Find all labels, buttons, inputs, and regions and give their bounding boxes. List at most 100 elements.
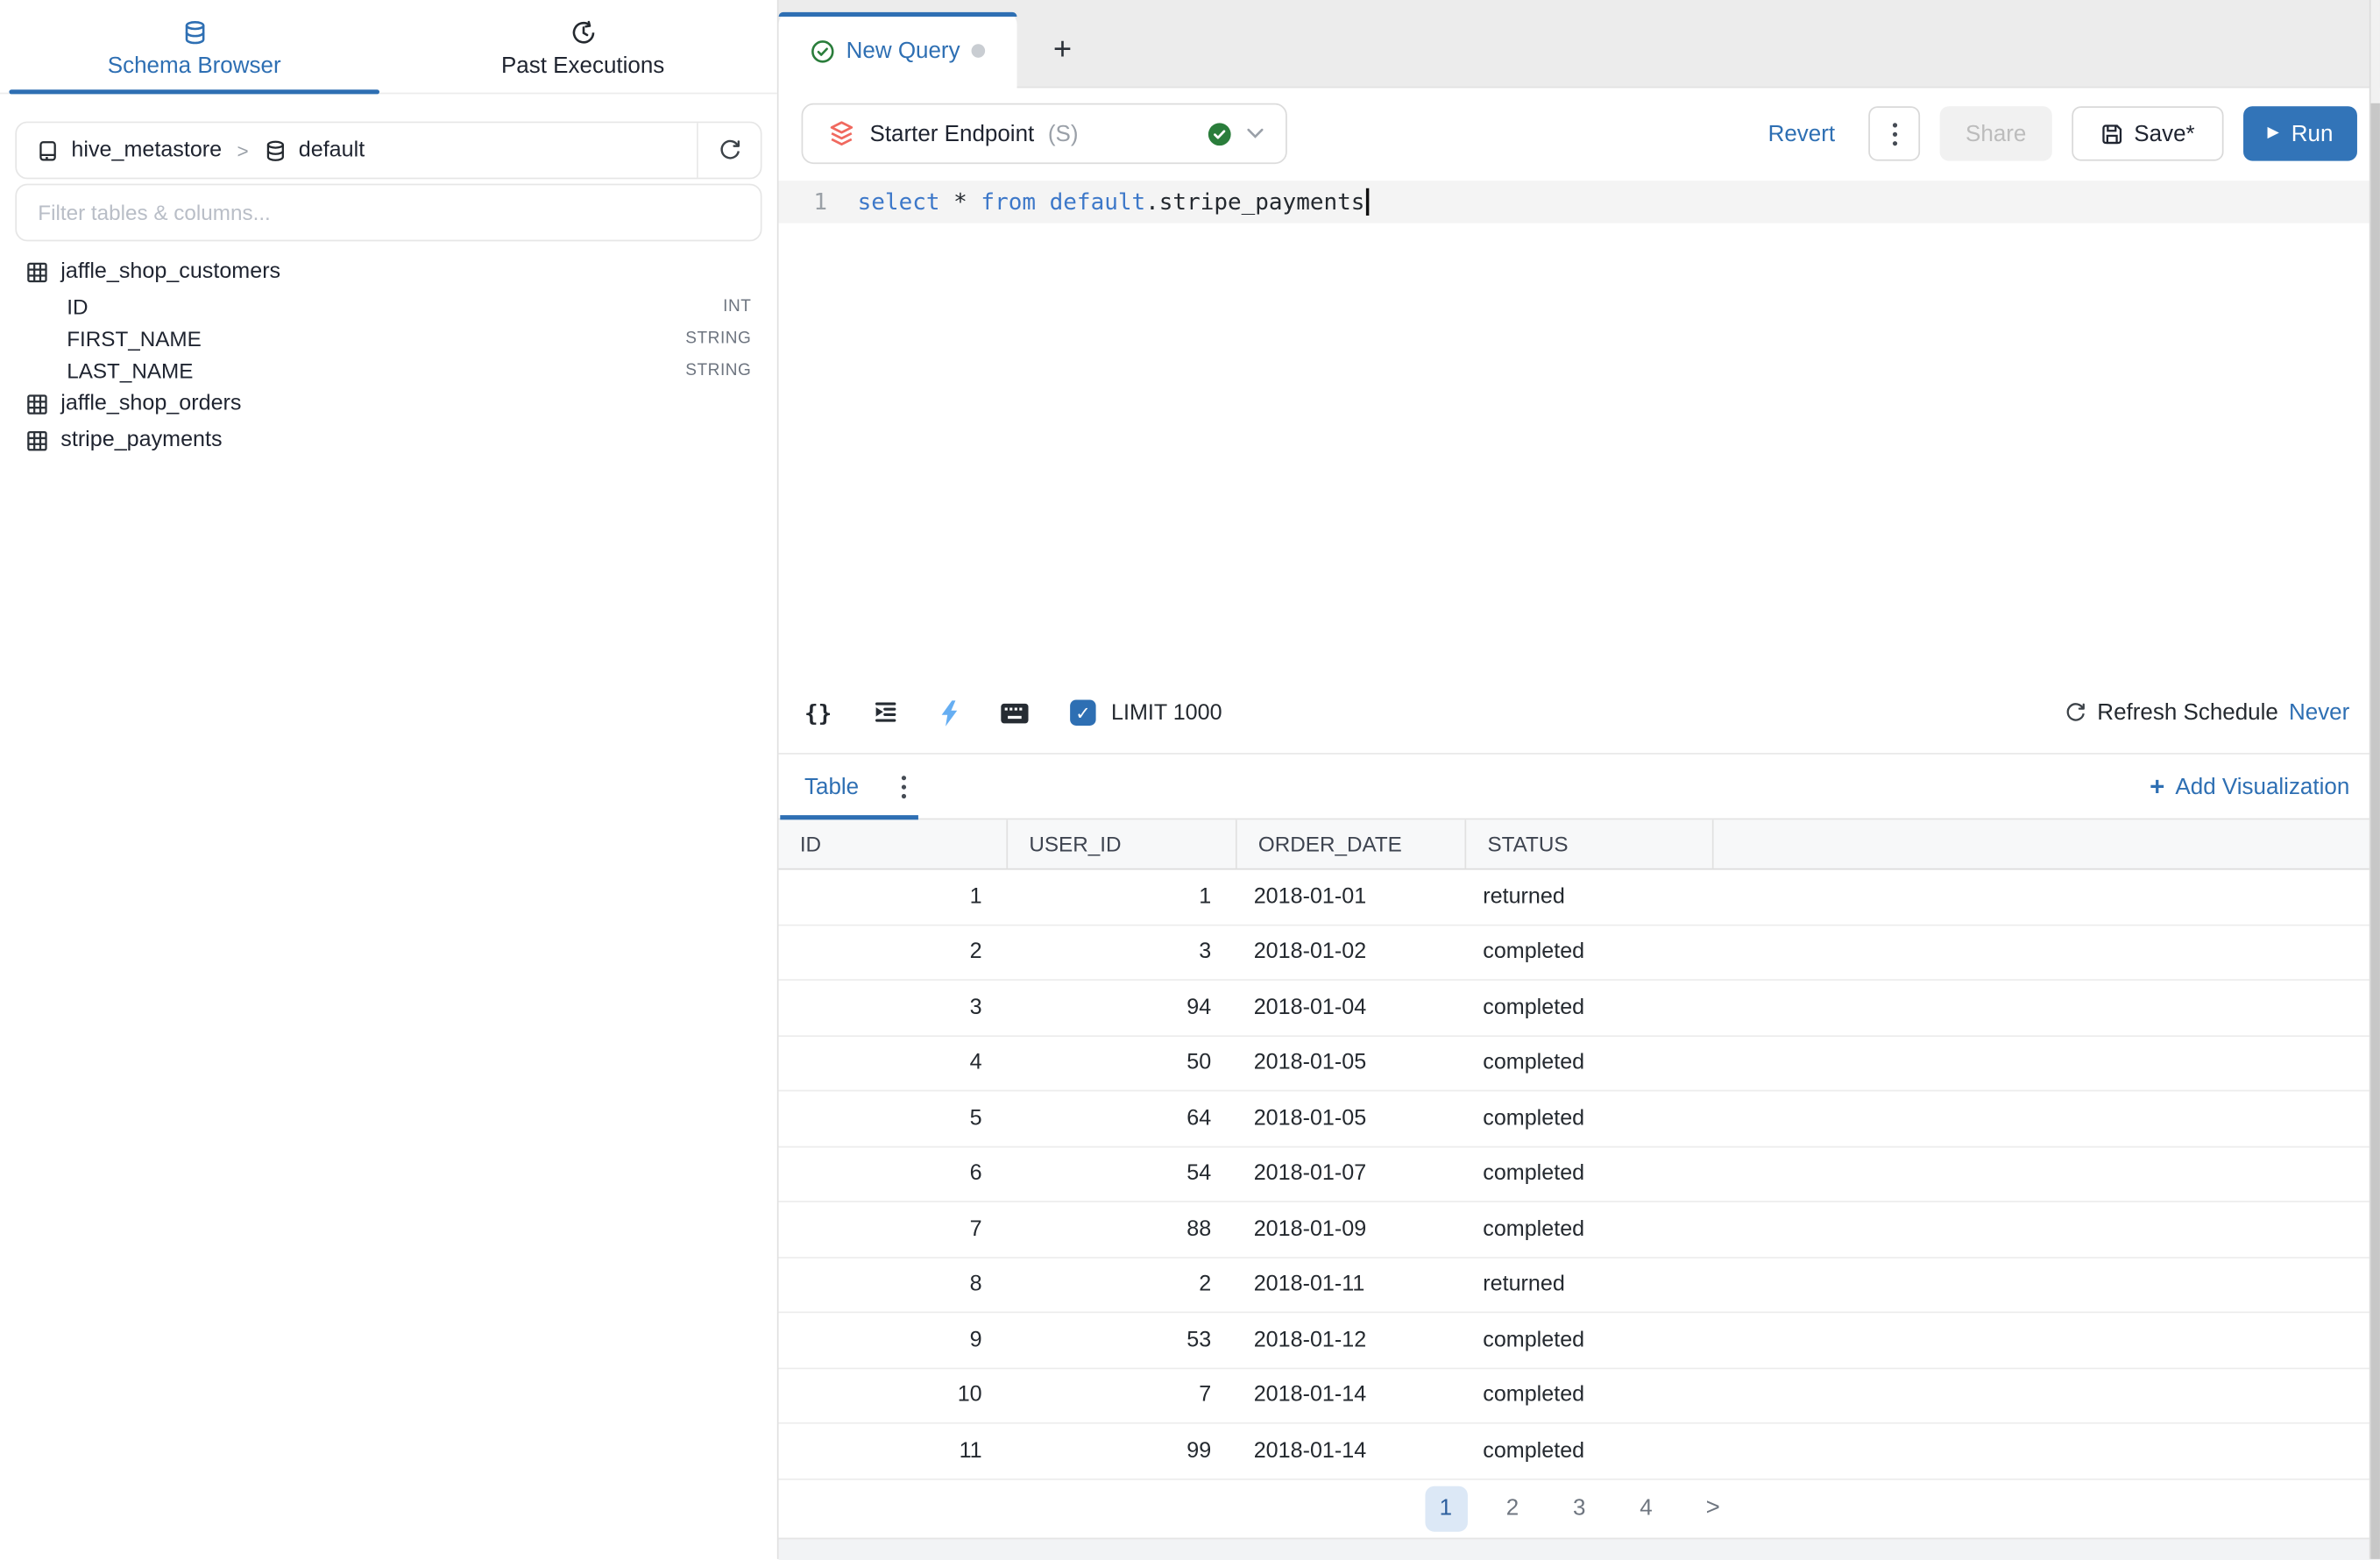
table-cell: 4 [779, 1051, 1007, 1075]
add-visualization-label: Add Visualization [2175, 774, 2349, 799]
refresh-schedule-value[interactable]: Never [2289, 699, 2349, 725]
table-row: 112018-01-01returned [779, 869, 2380, 925]
plus-icon: + [2150, 774, 2164, 799]
table-cell: 1 [1006, 884, 1236, 909]
column-header-id[interactable]: ID [779, 819, 1007, 868]
query-tabbar: New Query + [779, 0, 2380, 88]
tab-schema-browser-label: Schema Browser [108, 53, 281, 79]
column-header-filler [1712, 819, 2380, 868]
table-cell: 2018-01-02 [1236, 940, 1465, 965]
tab-schema-browser[interactable]: Schema Browser [0, 0, 388, 93]
sql-code-line[interactable]: 1 select * from default.stripe_payments [779, 181, 2380, 223]
revert-button[interactable]: Revert [1768, 121, 1836, 146]
table-row: 1072018-01-14completed [779, 1368, 2380, 1423]
pagination-page-2[interactable]: 2 [1491, 1486, 1534, 1531]
scrollbar-thumb[interactable] [2371, 103, 2380, 1558]
results-header-row: IDUSER_IDORDER_DATESTATUS [779, 819, 2380, 869]
schema-column-item[interactable]: LAST_NAME STRING [0, 354, 777, 386]
limit-toggle[interactable]: ✓ LIMIT 1000 [1070, 699, 1222, 725]
app-root: Schema Browser Past Executions [0, 0, 2380, 1558]
tab-past-executions[interactable]: Past Executions [388, 0, 776, 93]
breadcrumb-schema[interactable]: default [299, 138, 365, 163]
query-actions: Revert Share Save* ▶ [1768, 106, 2357, 160]
column-header-user_id[interactable]: USER_ID [1006, 819, 1236, 868]
table-cell: completed [1464, 1328, 1711, 1352]
visualization-menu-button[interactable] [902, 775, 906, 798]
table-cell: completed [1464, 1383, 1711, 1408]
refresh-schedule-label: Refresh Schedule [2097, 699, 2278, 725]
table-row: 9532018-01-12completed [779, 1313, 2380, 1368]
pagination-page-4[interactable]: 4 [1625, 1486, 1667, 1531]
limit-checkbox[interactable]: ✓ [1070, 699, 1095, 725]
table-cell: 11 [779, 1439, 1007, 1464]
table-cell: 5 [779, 1106, 1007, 1131]
query-toolbar: Starter Endpoint (S) Revert [779, 88, 2380, 171]
refresh-schema-button[interactable] [697, 123, 761, 177]
schema-column-name: FIRST_NAME [67, 326, 202, 351]
table-row: 6542018-01-07completed [779, 1147, 2380, 1202]
tab-new-query-label: New Query [846, 38, 960, 63]
table-cell: 54 [1006, 1161, 1236, 1186]
schema-table-item[interactable]: jaffle_shop_customers [0, 253, 777, 290]
limit-label: LIMIT 1000 [1111, 700, 1222, 725]
table-cell: 2018-01-04 [1236, 996, 1465, 1020]
more-actions-button[interactable] [1868, 106, 1920, 160]
tab-table-visualization[interactable]: Table [804, 774, 859, 799]
chevron-down-icon [1246, 127, 1264, 139]
schema-table-item[interactable]: jaffle_shop_orders [0, 386, 777, 422]
breadcrumb-catalog[interactable]: hive_metastore [71, 138, 222, 163]
refresh-schedule-icon [2064, 701, 2086, 724]
share-button[interactable]: Share [1940, 106, 2052, 160]
line-number: 1 [779, 188, 827, 216]
results-header: Table + Add Visualization [779, 755, 2380, 819]
lightning-icon[interactable] [939, 699, 960, 727]
window-scrollbar[interactable] [2369, 0, 2380, 1558]
keyboard-shortcuts-icon[interactable] [1001, 702, 1030, 723]
kebab-icon [902, 775, 906, 798]
save-button[interactable]: Save* [2072, 106, 2223, 160]
table-cell: 64 [1006, 1106, 1236, 1131]
run-button[interactable]: ▶ Run [2243, 106, 2357, 160]
new-tab-button[interactable]: + [1032, 12, 1093, 89]
column-header-status[interactable]: STATUS [1464, 819, 1711, 868]
schema-table-name: stripe_payments [60, 428, 222, 452]
table-row: 3942018-01-04completed [779, 981, 2380, 1036]
schema-column-name: LAST_NAME [67, 358, 193, 382]
table-cell: 6 [779, 1161, 1007, 1186]
schema-database-icon [264, 138, 287, 161]
active-visualization-underline [780, 815, 918, 819]
table-cell: 94 [1006, 996, 1236, 1020]
unsaved-indicator-dot [971, 44, 985, 58]
tab-new-query[interactable]: New Query [779, 12, 1017, 89]
sql-tokens: select * from default.stripe_payments [858, 188, 1370, 216]
refresh-schedule: Refresh Schedule Never [2064, 699, 2349, 725]
breadcrumb[interactable]: hive_metastore > default [17, 138, 697, 163]
pagination-next-button[interactable]: > [1691, 1486, 1733, 1531]
table-cell: completed [1464, 940, 1711, 965]
table-cell: 2018-01-05 [1236, 1051, 1465, 1075]
indent-icon[interactable] [873, 699, 898, 725]
pagination-page-3[interactable]: 3 [1558, 1486, 1600, 1531]
table-cell: completed [1464, 1106, 1711, 1131]
add-visualization-button[interactable]: + Add Visualization [2150, 774, 2349, 799]
schema-table-item[interactable]: stripe_payments [0, 422, 777, 459]
catalog-icon [37, 138, 60, 161]
pagination-page-1[interactable]: 1 [1425, 1486, 1467, 1531]
table-cell: 88 [1006, 1217, 1236, 1242]
format-query-icon[interactable]: {} [804, 699, 832, 727]
table-cell: 2018-01-01 [1236, 884, 1465, 909]
sql-editor[interactable]: 1 select * from default.stripe_payments [779, 172, 2380, 673]
database-icon [181, 20, 207, 46]
table-cell: 7 [1006, 1383, 1236, 1408]
endpoint-selector[interactable]: Starter Endpoint (S) [802, 103, 1287, 164]
table-cell: completed [1464, 1217, 1711, 1242]
column-header-order_date[interactable]: ORDER_DATE [1236, 819, 1465, 868]
filter-tables-input[interactable] [15, 184, 761, 242]
pagination: 1234 > [779, 1479, 2380, 1538]
table-cell: completed [1464, 1439, 1711, 1464]
table-cell: 53 [1006, 1328, 1236, 1352]
table-grid-icon [25, 429, 48, 451]
schema-column-item[interactable]: ID INT [0, 290, 777, 322]
sql-endpoint-icon [827, 119, 856, 148]
schema-column-item[interactable]: FIRST_NAME STRING [0, 322, 777, 353]
